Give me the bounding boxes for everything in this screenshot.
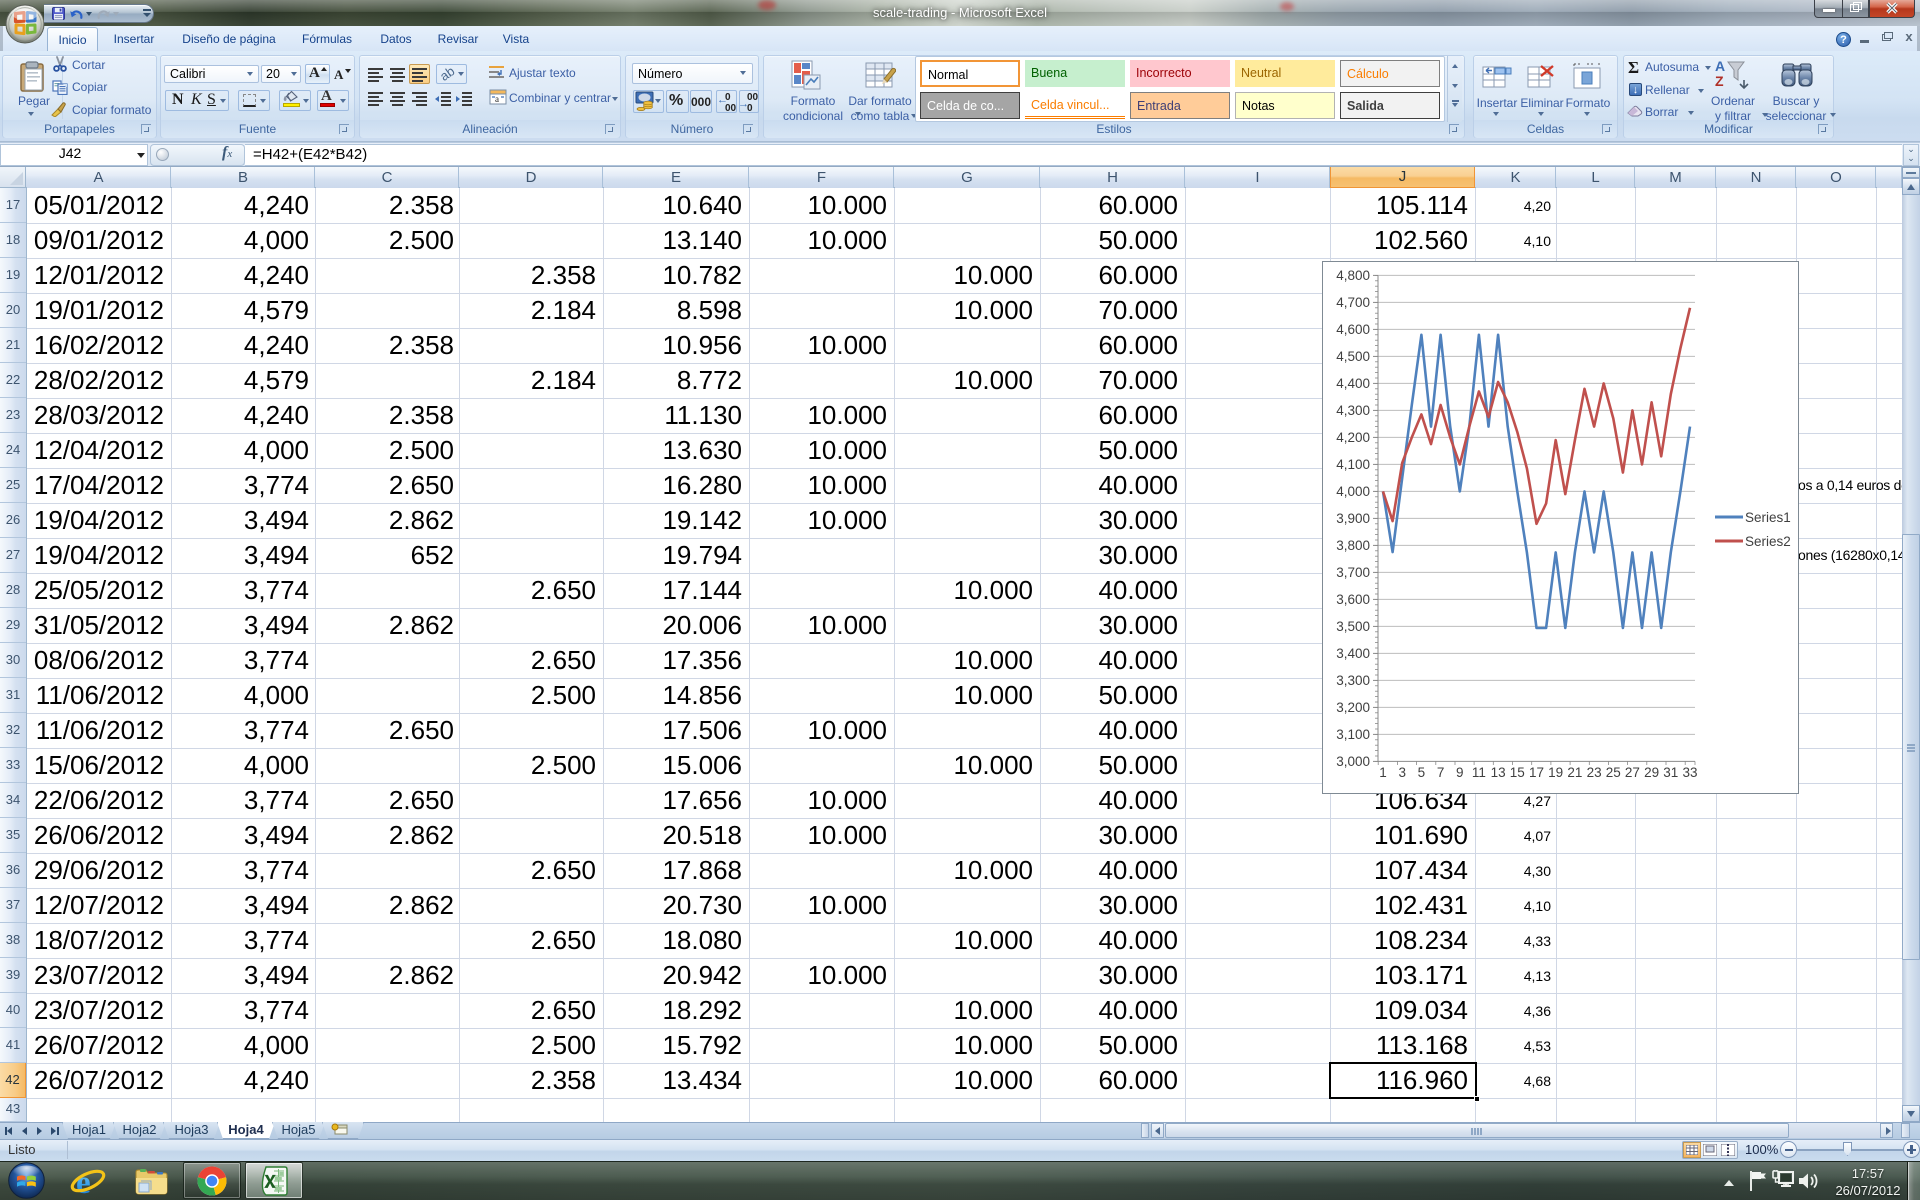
svg-text:15: 15 <box>1510 765 1525 780</box>
svg-text:3,900: 3,900 <box>1336 511 1370 526</box>
svg-text:25: 25 <box>1606 765 1621 780</box>
svg-text:4,000: 4,000 <box>1336 484 1370 499</box>
svg-text:4,700: 4,700 <box>1336 295 1370 310</box>
svg-text:3: 3 <box>1398 765 1406 780</box>
svg-text:4,400: 4,400 <box>1336 376 1370 391</box>
svg-text:3,100: 3,100 <box>1336 727 1370 742</box>
svg-text:4,100: 4,100 <box>1336 457 1370 472</box>
svg-text:3,600: 3,600 <box>1336 592 1370 607</box>
svg-text:Series2: Series2 <box>1745 534 1791 549</box>
svg-text:1: 1 <box>1379 765 1387 780</box>
svg-text:29: 29 <box>1644 765 1659 780</box>
svg-text:3,300: 3,300 <box>1336 673 1370 688</box>
svg-text:4,800: 4,800 <box>1336 268 1370 283</box>
svg-text:7: 7 <box>1437 765 1445 780</box>
svg-text:19: 19 <box>1548 765 1563 780</box>
svg-text:4,300: 4,300 <box>1336 403 1370 418</box>
svg-text:3,400: 3,400 <box>1336 646 1370 661</box>
svg-text:21: 21 <box>1567 765 1582 780</box>
svg-text:3,700: 3,700 <box>1336 565 1370 580</box>
svg-text:33: 33 <box>1682 765 1697 780</box>
svg-text:31: 31 <box>1663 765 1678 780</box>
svg-text:a: a <box>495 94 499 104</box>
svg-text:13: 13 <box>1491 765 1506 780</box>
svg-text:3,500: 3,500 <box>1336 619 1370 634</box>
svg-text:23: 23 <box>1587 765 1602 780</box>
svg-text:4,500: 4,500 <box>1336 349 1370 364</box>
svg-text:A: A <box>1715 58 1725 74</box>
svg-text:4,200: 4,200 <box>1336 430 1370 445</box>
svg-text:3,200: 3,200 <box>1336 700 1370 715</box>
svg-text:17: 17 <box>1529 765 1544 780</box>
svg-text:Z: Z <box>1715 73 1724 89</box>
svg-text:4,600: 4,600 <box>1336 322 1370 337</box>
svg-text:27: 27 <box>1625 765 1640 780</box>
svg-text:Series1: Series1 <box>1745 510 1791 525</box>
svg-text:9: 9 <box>1456 765 1464 780</box>
svg-text:11: 11 <box>1472 765 1486 780</box>
svg-text:3,000: 3,000 <box>1336 754 1370 769</box>
svg-text:3,800: 3,800 <box>1336 538 1370 553</box>
svg-text:5: 5 <box>1418 765 1426 780</box>
svg-text:e: e <box>76 1165 91 1198</box>
